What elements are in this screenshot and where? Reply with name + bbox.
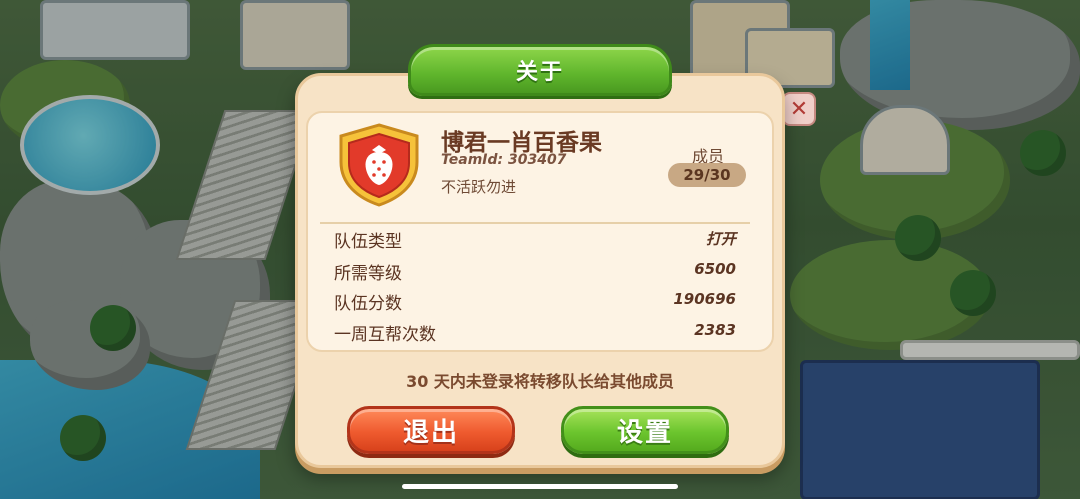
home-indicator[interactable] <box>402 484 678 489</box>
inactivity-notice: 30 天内未登录将转移队长给其他成员 <box>406 372 674 391</box>
stat-label: 所需等级 <box>334 264 402 284</box>
stat-value: 打开 <box>705 230 736 248</box>
team-id: TeamId: 303407 <box>441 152 567 168</box>
stat-label: 一周互帮次数 <box>334 325 436 345</box>
strawberry-shield-icon <box>339 123 419 207</box>
members-count-badge: 29/30 <box>668 163 746 187</box>
exit-team-button[interactable]: 退出 <box>347 406 515 454</box>
stat-value: 190696 <box>673 290 736 308</box>
stat-value: 2383 <box>694 321 736 339</box>
close-icon: ✕ <box>789 96 809 122</box>
stat-label: 队伍分数 <box>334 294 402 314</box>
stat-value: 6500 <box>694 260 736 278</box>
stat-row-team-score: 队伍分数 190696 <box>334 289 736 314</box>
exit-button-label: 退出 <box>402 417 459 448</box>
stat-row-team-type: 队伍类型 打开 <box>334 227 736 252</box>
stat-row-required-level: 所需等级 6500 <box>334 259 736 284</box>
dialog-title-tab: 关于 <box>408 44 672 96</box>
dialog-title: 关于 <box>515 60 564 85</box>
stat-label: 队伍类型 <box>334 232 402 252</box>
close-button[interactable]: ✕ <box>782 92 816 126</box>
divider <box>320 222 750 224</box>
stat-row-weekly-help: 一周互帮次数 2383 <box>334 320 736 345</box>
settings-button[interactable]: 设置 <box>561 406 729 454</box>
team-motto: 不活跃勿进 <box>441 178 517 196</box>
settings-button-label: 设置 <box>616 417 673 448</box>
